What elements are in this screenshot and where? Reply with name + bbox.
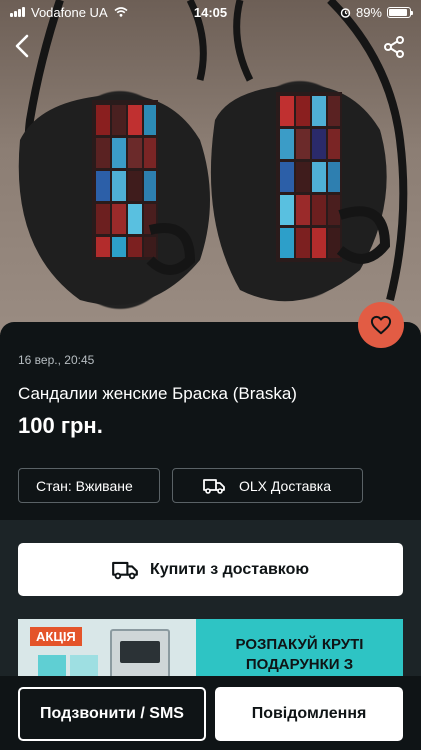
promo-line-1: РОЗПАКУЙ КРУТІ	[235, 636, 364, 653]
condition-tag[interactable]: Стан: Вживане	[18, 468, 160, 503]
call-sms-button[interactable]: Подзвонити / SMS	[18, 687, 206, 741]
status-left: Vodafone UA	[10, 5, 128, 20]
call-button-label: Подзвонити / SMS	[40, 705, 184, 722]
listing-price: 100 грн.	[18, 413, 103, 438]
truck-icon	[112, 561, 138, 579]
condition-label: Стан: Вживане	[36, 477, 133, 494]
alarm-icon	[340, 7, 351, 18]
share-icon	[384, 36, 404, 58]
truck-icon	[203, 478, 225, 494]
buy-button-label: Купити з доставкою	[149, 560, 310, 578]
message-button[interactable]: Повідомлення	[215, 687, 403, 741]
buy-with-delivery-button[interactable]: Купити з доставкою	[18, 543, 403, 596]
delivery-tag[interactable]: OLX Доставка	[172, 468, 363, 503]
status-bar: Vodafone UA 14:05 89%	[0, 0, 421, 24]
sandals-illustration	[18, 0, 408, 305]
promo-badge: АКЦІЯ	[30, 627, 82, 646]
battery-percent: 89%	[355, 4, 382, 20]
share-button[interactable]	[381, 34, 407, 60]
back-button[interactable]	[8, 32, 36, 60]
delivery-label: OLX Доставка	[239, 477, 332, 494]
listing-title: Сандалии женские Браска (Braska)	[18, 384, 297, 403]
status-right: 89%	[340, 4, 413, 20]
signal-icon	[10, 7, 25, 17]
promo-line-2: ПОДАРУНКИ З	[245, 656, 354, 673]
listing-date: 16 вер., 20:45	[18, 353, 95, 367]
battery-icon	[387, 6, 413, 18]
carrier-name: Vodafone UA	[31, 4, 108, 20]
wifi-icon	[114, 7, 128, 17]
chevron-left-icon	[15, 34, 29, 58]
product-photo[interactable]	[0, 0, 421, 335]
battery-fill	[389, 8, 407, 16]
message-button-label: Повідомлення	[251, 705, 367, 722]
favorite-button[interactable]	[358, 302, 404, 348]
heart-icon	[370, 315, 392, 335]
